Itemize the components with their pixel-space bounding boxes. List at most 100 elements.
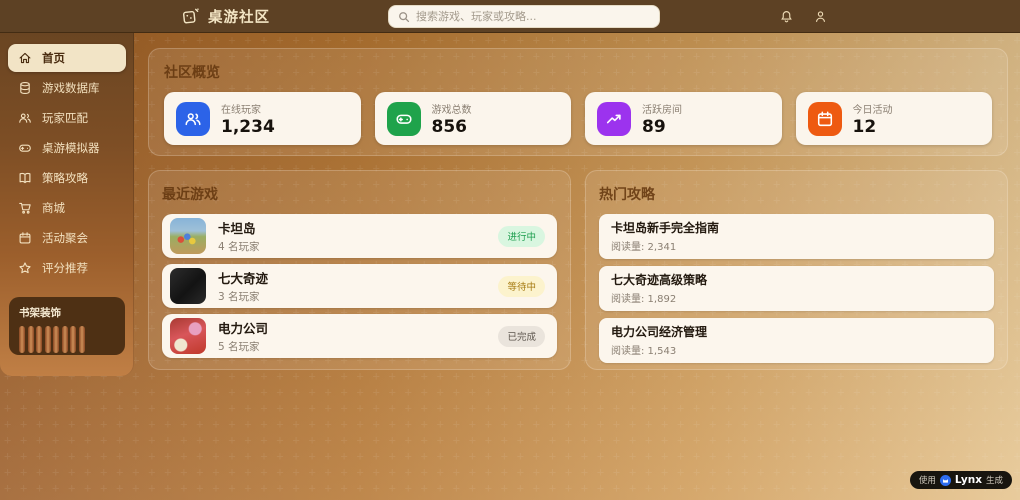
section-title-hot-guides: 热门攻略 (599, 187, 655, 203)
badge-brand: Lynx (954, 474, 982, 486)
stat-value: 1,234 (221, 116, 275, 137)
sidebar-item-simulator[interactable]: 桌游模拟器 (8, 134, 126, 162)
trending-up-icon (597, 101, 631, 136)
guide-title: 卡坦岛新手完全指南 (611, 221, 720, 235)
guide-views: 阅读量: 1,543 (611, 346, 677, 357)
main-content: 社区概览 在线玩家 1,234 游戏总数 856 活跃房间 89 今日活动 12… (134, 33, 1020, 500)
status-badge: 等待中 (498, 275, 545, 297)
section-title-recent-games: 最近游戏 (162, 187, 218, 203)
topbar: 桌游社区 (0, 0, 1020, 33)
lynx-logo-icon (939, 474, 951, 486)
stat-value: 856 (431, 116, 468, 137)
guide-title: 电力公司经济管理 (611, 325, 708, 339)
game-thumbnail (170, 268, 206, 304)
stat-card-total-games: 游戏总数 856 (374, 92, 571, 145)
database-icon (18, 81, 32, 95)
notifications-bell-icon[interactable] (780, 10, 793, 23)
guide-row-catan-beginner[interactable]: 卡坦岛新手完全指南 阅读量: 2,341 (599, 214, 994, 259)
sidebar-item-strategy-guides[interactable]: 策略攻略 (8, 164, 126, 192)
book-spine (36, 326, 42, 353)
app-title: 桌游社区 (208, 10, 270, 26)
sidebar-item-events[interactable]: 活动聚会 (8, 224, 126, 252)
search-input[interactable] (416, 10, 650, 23)
lynx-attribution-badge[interactable]: 使用 Lynx 生成 (909, 471, 1012, 489)
game-players: 3 名玩家 (218, 291, 260, 303)
stat-label: 活跃房间 (642, 104, 682, 116)
sidebar: 首页 游戏数据库 玩家匹配 桌游模拟器 策略攻略 商城 活动聚会 评分推荐 书架… (0, 33, 134, 376)
sidebar-item-label: 游戏数据库 (42, 81, 100, 95)
game-name: 卡坦岛 (218, 221, 256, 236)
guide-row-seven-wonders-advanced[interactable]: 七大奇迹高级策略 阅读量: 1,892 (599, 266, 994, 311)
book-icon (18, 171, 32, 185)
book-spine (53, 326, 59, 353)
book-spine (78, 326, 85, 353)
game-row-catan[interactable]: 卡坦岛 4 名玩家 进行中 (162, 214, 557, 258)
calendar-icon (807, 101, 842, 136)
stat-label: 在线玩家 (221, 104, 261, 116)
section-title-overview: 社区概览 (164, 65, 220, 81)
game-name: 电力公司 (218, 321, 269, 336)
sidebar-item-label: 活动聚会 (42, 231, 88, 245)
sidebar-item-home[interactable]: 首页 (8, 44, 126, 72)
book-spine (44, 326, 51, 353)
stat-card-online-players: 在线玩家 1,234 (164, 92, 361, 145)
status-badge: 进行中 (498, 225, 545, 247)
search-bar[interactable] (388, 5, 660, 28)
book-spines (19, 326, 115, 353)
sidebar-item-label: 首页 (42, 51, 65, 65)
sidebar-item-label: 桌游模拟器 (42, 141, 100, 155)
bookshelf-decoration: 书架装饰 (9, 297, 125, 355)
game-row-seven-wonders[interactable]: 七大奇迹 3 名玩家 等待中 (162, 264, 557, 308)
sidebar-item-shop[interactable]: 商城 (8, 194, 126, 222)
user-profile-icon[interactable] (814, 10, 827, 23)
guide-row-power-grid-economy[interactable]: 电力公司经济管理 阅读量: 1,543 (599, 318, 994, 363)
sidebar-item-label: 玩家匹配 (42, 111, 88, 125)
game-row-power-grid[interactable]: 电力公司 5 名玩家 已完成 (162, 314, 557, 358)
badge-prefix: 使用 (918, 476, 936, 486)
book-spine (70, 326, 76, 353)
star-icon (18, 261, 32, 275)
stat-card-active-rooms: 活跃房间 89 (585, 92, 782, 145)
community-overview-section: 社区概览 在线玩家 1,234 游戏总数 856 活跃房间 89 今日活动 12 (148, 48, 1008, 156)
topbar-actions (780, 0, 827, 33)
stat-value: 89 (642, 116, 666, 137)
sidebar-item-label: 商城 (42, 201, 65, 215)
sidebar-item-ratings[interactable]: 评分推荐 (8, 254, 126, 282)
badge-suffix: 生成 (985, 476, 1003, 486)
book-spine (19, 326, 25, 353)
stat-label: 游戏总数 (431, 104, 472, 116)
stats-row: 在线玩家 1,234 游戏总数 856 活跃房间 89 今日活动 12 (164, 92, 992, 145)
guide-views: 阅读量: 1,892 (611, 294, 677, 305)
calendar-icon (18, 231, 32, 245)
app-logo: 桌游社区 (181, 0, 270, 33)
status-badge: 已完成 (498, 325, 545, 347)
game-thumbnail (170, 218, 206, 254)
stat-label: 今日活动 (852, 104, 893, 116)
stat-card-today-events: 今日活动 12 (795, 92, 992, 145)
game-thumbnail (170, 318, 206, 354)
book-spine (61, 326, 68, 353)
sidebar-item-player-matching[interactable]: 玩家匹配 (8, 104, 126, 132)
game-name: 七大奇迹 (218, 271, 269, 286)
gamepad-icon (386, 101, 421, 136)
users-icon (176, 101, 210, 136)
gamepad-icon (18, 141, 32, 155)
recent-games-section: 最近游戏 卡坦岛 4 名玩家 进行中 七大奇迹 3 名玩家 等待中 电力公司 5… (148, 170, 571, 370)
guide-title: 七大奇迹高级策略 (611, 273, 708, 287)
stat-value: 12 (852, 116, 877, 137)
sidebar-item-label: 策略攻略 (42, 171, 88, 185)
bookshelf-title: 书架装饰 (19, 307, 61, 319)
hot-guides-section: 热门攻略 卡坦岛新手完全指南 阅读量: 2,341 七大奇迹高级策略 阅读量: … (585, 170, 1008, 370)
dice-logo-icon (181, 7, 200, 26)
book-spine (27, 326, 34, 353)
sidebar-item-label: 评分推荐 (42, 261, 88, 275)
cart-icon (18, 201, 32, 215)
guide-views: 阅读量: 2,341 (611, 242, 677, 253)
sidebar-item-game-database[interactable]: 游戏数据库 (8, 74, 126, 102)
game-players: 5 名玩家 (218, 341, 260, 353)
bottom-sections: 最近游戏 卡坦岛 4 名玩家 进行中 七大奇迹 3 名玩家 等待中 电力公司 5… (148, 170, 1008, 370)
search-icon (398, 11, 410, 23)
users-icon (18, 111, 32, 125)
game-players: 4 名玩家 (218, 241, 260, 253)
home-icon (18, 51, 32, 65)
